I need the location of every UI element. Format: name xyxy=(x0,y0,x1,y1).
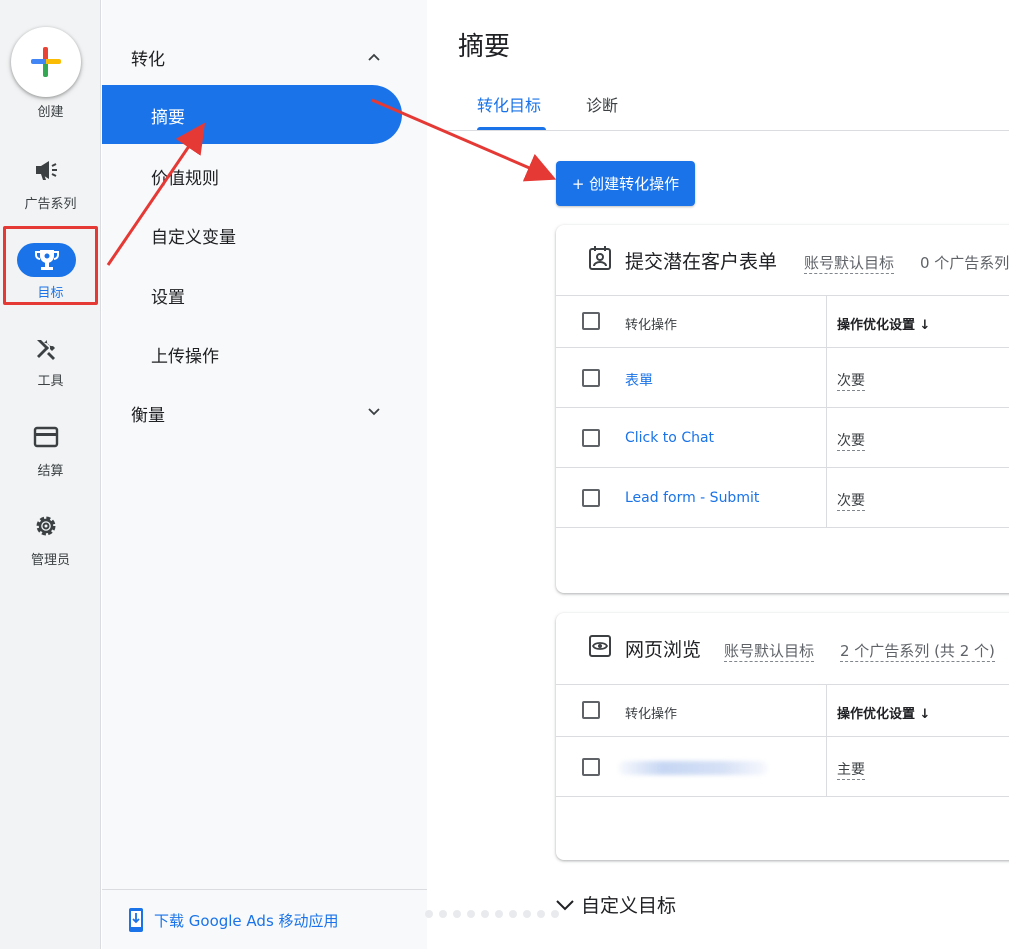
rail-item-billing[interactable]: 结算 xyxy=(0,460,101,479)
row-checkbox[interactable] xyxy=(582,489,600,507)
rail-item-admin[interactable]: 管理员 xyxy=(0,549,101,568)
tools-icon[interactable] xyxy=(0,336,92,362)
select-all-checkbox[interactable] xyxy=(582,701,600,719)
phone-download-icon xyxy=(129,908,143,932)
megaphone-icon[interactable] xyxy=(0,158,92,182)
arrow-down-icon: ↓ xyxy=(919,318,931,333)
chevron-down-icon xyxy=(556,899,574,910)
conversion-action-link[interactable]: Lead form - Submit xyxy=(625,490,759,506)
annotation-highlight-box xyxy=(3,226,98,305)
tab-conversion-goals[interactable]: 转化目标 xyxy=(477,92,541,116)
nav-item-settings[interactable]: 设置 xyxy=(151,283,185,308)
nav-item-uploads[interactable]: 上传操作 xyxy=(151,342,219,367)
row-checkbox[interactable] xyxy=(582,369,600,387)
create-label: 创建 xyxy=(37,105,64,120)
column-header-optimization[interactable]: 操作优化设置 ↓ xyxy=(837,314,930,333)
column-header-conversion-action[interactable]: 转化操作 xyxy=(625,703,677,722)
goal-card-page-view: 网页浏览 账号默认目标 2 个广告系列 (共 2 个) 转化操作 操作优化设置 … xyxy=(556,613,1009,860)
card-title: 网页浏览 xyxy=(625,639,702,661)
nav-item-value-rules[interactable]: 价值规则 xyxy=(151,164,219,189)
optimization-value[interactable]: 次要 xyxy=(837,430,865,451)
card-title: 提交潜在客户表单 xyxy=(625,251,778,273)
page-title: 摘要 xyxy=(458,32,511,62)
default-goal-badge[interactable]: 账号默认目标 xyxy=(724,640,815,662)
campaign-count[interactable]: 0 个广告系列 xyxy=(920,252,1009,273)
nav-item-summary[interactable]: 摘要 xyxy=(102,85,402,144)
card-header: 提交潜在客户表单 账号默认目标 0 个广告系列 xyxy=(556,225,1009,295)
table-row: 表單 次要 xyxy=(556,347,1009,407)
campaign-count[interactable]: 2 个广告系列 (共 2 个) xyxy=(840,640,995,662)
optimization-value[interactable]: 主要 xyxy=(837,759,865,780)
eye-icon xyxy=(589,635,611,657)
row-checkbox[interactable] xyxy=(582,429,600,447)
goal-card-lead-form: 提交潜在客户表单 账号默认目标 0 个广告系列 转化操作 操作优化设置 ↓ 表單… xyxy=(556,225,1009,593)
create-conversion-button[interactable]: + 创建转化操作 xyxy=(556,161,695,206)
gear-icon[interactable] xyxy=(0,513,92,539)
table-footer xyxy=(556,527,1009,593)
download-app-label: 下载 Google Ads 移动应用 xyxy=(154,911,339,930)
arrow-down-icon: ↓ xyxy=(919,707,931,722)
select-all-checkbox[interactable] xyxy=(582,312,600,330)
table-row: Lead form - Submit 次要 xyxy=(556,467,1009,527)
credit-card-icon[interactable] xyxy=(0,426,92,448)
secondary-nav: 转化 摘要 价值规则 自定义变量 设置 上传操作 衡量 下载 Google Ad… xyxy=(102,0,427,949)
chevron-down-icon[interactable] xyxy=(367,405,381,419)
custom-goals-toggle[interactable]: 自定义目标 xyxy=(555,891,676,918)
nav-group-measurement[interactable]: 衡量 xyxy=(131,401,165,426)
tab-diagnostics[interactable]: 诊断 xyxy=(586,92,618,116)
redacted-conversion-name[interactable] xyxy=(618,761,768,775)
nav-group-conversions[interactable]: 转化 xyxy=(131,45,165,70)
nav-item-label: 摘要 xyxy=(151,108,185,128)
download-app-link[interactable]: 下载 Google Ads 移动应用 xyxy=(128,907,339,933)
row-checkbox[interactable] xyxy=(582,758,600,776)
optimization-value[interactable]: 次要 xyxy=(837,370,865,391)
column-header-optimization[interactable]: 操作优化设置 ↓ xyxy=(837,703,930,722)
loading-dots xyxy=(425,910,559,918)
divider xyxy=(102,889,427,890)
table-header: 转化操作 操作优化设置 ↓ xyxy=(556,684,1009,736)
conversion-action-link[interactable]: Click to Chat xyxy=(625,430,714,446)
conversion-action-link[interactable]: 表單 xyxy=(625,370,653,390)
rail-item-tools[interactable]: 工具 xyxy=(0,370,101,389)
chevron-up-icon[interactable] xyxy=(367,50,381,64)
rail-item-campaigns[interactable]: 广告系列 xyxy=(0,193,101,212)
create-button[interactable] xyxy=(11,27,81,97)
column-header-conversion-action[interactable]: 转化操作 xyxy=(625,314,677,333)
table-header: 转化操作 操作优化设置 ↓ xyxy=(556,295,1009,347)
table-row: 主要 xyxy=(556,736,1009,796)
nav-item-custom-variables[interactable]: 自定义变量 xyxy=(151,223,236,248)
table-row: Click to Chat 次要 xyxy=(556,407,1009,467)
table-footer xyxy=(556,796,1009,860)
card-header: 网页浏览 账号默认目标 2 个广告系列 (共 2 个) xyxy=(556,613,1009,683)
contact-form-icon xyxy=(589,246,611,270)
left-rail: 创建 广告系列 目标 工具 结算 管理员 xyxy=(0,0,101,949)
divider xyxy=(440,130,1009,131)
optimization-value[interactable]: 次要 xyxy=(837,490,865,511)
custom-goals-label: 自定义目标 xyxy=(581,895,677,917)
default-goal-badge[interactable]: 账号默认目标 xyxy=(804,252,895,274)
